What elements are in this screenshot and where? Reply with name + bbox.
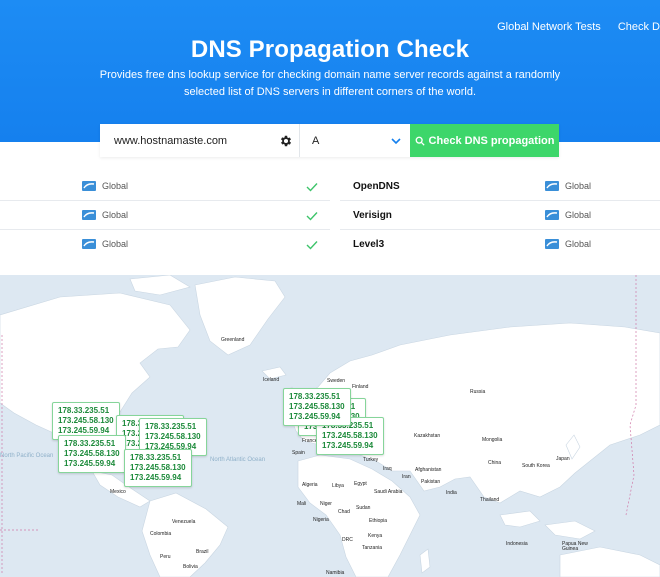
country-label: Egypt xyxy=(354,481,367,487)
page-title: DNS Propagation Check xyxy=(190,36,470,63)
search-icon xyxy=(415,136,425,146)
server-location: Global xyxy=(82,210,128,220)
country-label: Libya xyxy=(332,483,344,489)
country-label: Indonesia xyxy=(506,541,528,547)
server-name: Verisign xyxy=(353,210,392,221)
country-label: Peru xyxy=(160,554,171,560)
result-row-right-2: Verisign Global xyxy=(340,201,660,230)
country-label: Sudan xyxy=(356,505,371,511)
country-label: DRC xyxy=(342,537,353,543)
globe-flag-icon xyxy=(545,239,559,249)
country-label: Namibia xyxy=(326,570,345,576)
globe-flag-icon xyxy=(545,210,559,220)
country-label: Mali xyxy=(297,501,307,507)
check-icon xyxy=(306,183,318,192)
gear-icon[interactable] xyxy=(279,134,293,148)
globe-flag-icon xyxy=(82,181,96,191)
nav-link-check[interactable]: Check D xyxy=(618,21,660,33)
country-label: India xyxy=(446,490,457,496)
country-label: Chad xyxy=(338,509,350,515)
check-dns-propagation-button[interactable]: Check DNS propagation xyxy=(410,124,559,157)
server-name: Level3 xyxy=(353,239,385,250)
hero-banner: Global Network Tests Check D DNS Propaga… xyxy=(0,0,660,142)
country-label: Niger xyxy=(320,501,332,507)
chevron-down-icon xyxy=(391,137,401,144)
check-icon xyxy=(306,241,318,250)
globe-flag-icon xyxy=(82,210,96,220)
country-label: Afghanistan xyxy=(415,467,442,473)
page-subtitle: Provides free dns lookup service for che… xyxy=(99,69,561,98)
server-location: Global xyxy=(545,181,591,191)
country-label: Greenland xyxy=(221,337,245,343)
server-location: Global xyxy=(82,239,128,249)
ip-result-box[interactable]: 178.33.235.51 173.245.58.130 173.245.59.… xyxy=(58,435,126,473)
top-navigation: Global Network Tests Check D xyxy=(497,21,660,33)
dns-search-form: A Check DNS propagation xyxy=(100,124,559,157)
country-label: Thailand xyxy=(480,497,500,503)
country-label: Spain xyxy=(292,450,305,456)
server-location: Global xyxy=(545,239,591,249)
country-label: Mongolia xyxy=(482,437,503,443)
country-label: Pakistan xyxy=(421,479,441,485)
result-row-left-1: Global xyxy=(0,172,330,201)
country-label: Nigeria xyxy=(313,517,329,523)
ocean-label: North Atlantic Ocean xyxy=(210,457,266,463)
country-label: Algeria xyxy=(302,482,318,488)
country-label: Turkey xyxy=(363,457,379,463)
country-label: Kenya xyxy=(368,533,383,539)
server-name: OpenDNS xyxy=(353,181,400,192)
server-location: Global xyxy=(82,181,128,191)
country-label: Bolivia xyxy=(183,564,198,570)
country-label: Ethiopia xyxy=(369,518,388,524)
result-row-right-3: Level3 Global xyxy=(340,230,660,259)
result-row-left-2: Global xyxy=(0,201,330,230)
check-button-label: Check DNS propagation xyxy=(428,134,555,147)
country-label: Brazil xyxy=(196,549,209,555)
domain-input[interactable] xyxy=(114,134,274,147)
domain-field-wrapper xyxy=(100,124,300,157)
ip-result-box[interactable]: 178.33.235.51 173.245.58.130 173.245.59.… xyxy=(283,388,351,426)
globe-flag-icon xyxy=(545,181,559,191)
result-row-right-1: OpenDNS Global xyxy=(340,172,660,201)
nav-link-global-network-tests[interactable]: Global Network Tests xyxy=(497,21,601,33)
country-label: Papua New Guinea xyxy=(562,541,588,552)
country-label: Russia xyxy=(470,389,486,395)
country-label: Japan xyxy=(556,456,570,462)
country-label: Finland xyxy=(352,384,369,390)
ocean-label: North Pacific Ocean xyxy=(0,453,54,459)
record-type-select[interactable]: A xyxy=(300,124,410,157)
record-type-value: A xyxy=(312,134,320,147)
world-map[interactable]: North Atlantic Ocean North Pacific Ocean… xyxy=(0,275,660,577)
result-row-left-3: Global xyxy=(0,230,330,259)
country-label: Sweden xyxy=(327,378,346,384)
globe-flag-icon xyxy=(82,239,96,249)
country-label: South Korea xyxy=(522,463,550,469)
country-label: Mexico xyxy=(110,489,126,495)
country-label: Saudi Arabia xyxy=(374,489,403,495)
country-label: China xyxy=(488,460,502,466)
country-label: Colombia xyxy=(150,531,172,537)
country-label: Kazakhstan xyxy=(414,433,441,439)
country-label: Venezuela xyxy=(172,519,196,525)
country-label: Iran xyxy=(402,474,411,480)
server-location: Global xyxy=(545,210,591,220)
country-label: Iraq xyxy=(383,466,392,472)
country-label: Iceland xyxy=(263,377,280,383)
country-label: Tanzania xyxy=(362,545,383,551)
check-icon xyxy=(306,212,318,221)
ip-result-box[interactable]: 178.33.235.51 173.245.58.130 173.245.59.… xyxy=(124,449,192,487)
